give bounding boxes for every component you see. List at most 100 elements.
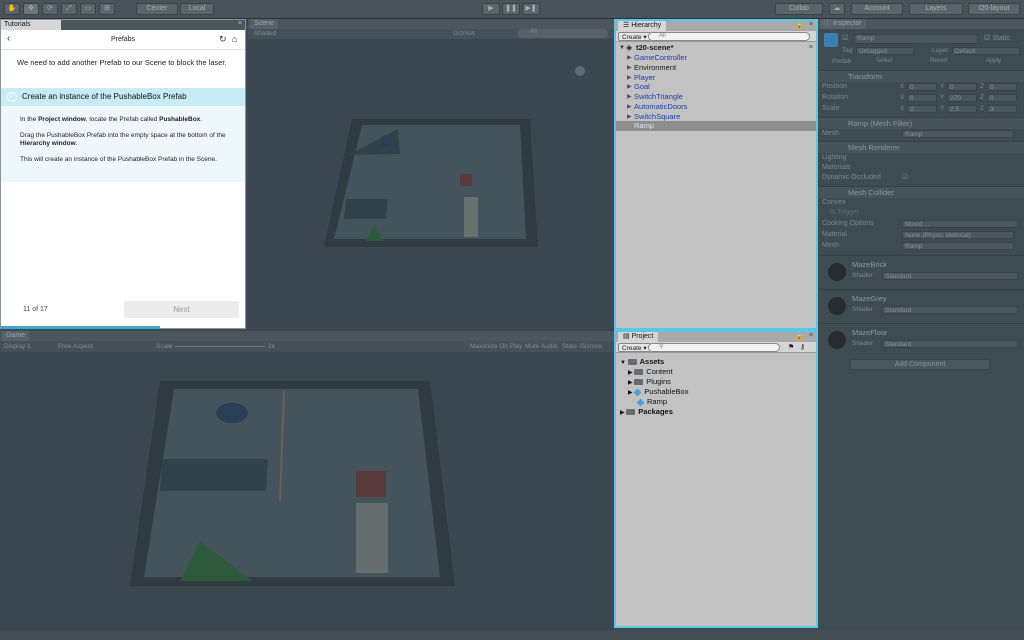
aspect-dropdown[interactable]: Free Aspect <box>58 343 93 350</box>
panel-menu-icon[interactable]: ≡ <box>809 21 813 28</box>
scene-root-row[interactable]: ▼ ◈ t20-scene* ≡ <box>616 43 816 53</box>
hierarchy-item[interactable]: ▶ GameController <box>616 53 816 63</box>
mesh-renderer-header[interactable]: Mesh Renderer <box>818 141 1024 153</box>
cloud-icon[interactable]: ☁ <box>829 3 845 15</box>
prefab-select-button[interactable]: Select <box>876 58 893 64</box>
material-field[interactable]: None (Physic Material) <box>902 231 1014 239</box>
hierarchy-item[interactable]: Ramp <box>616 121 816 132</box>
material-grey-block[interactable]: MazeGrey Shader Standard <box>818 289 1024 322</box>
dynamic-occluded-row[interactable]: Dynamic Occluded ☑ <box>822 173 1020 183</box>
expand-arrow-icon[interactable]: ▼ <box>620 360 628 366</box>
project-item-content[interactable]: ▶ Content <box>628 367 673 377</box>
pause-icon[interactable]: ❚❚ <box>502 3 520 15</box>
move-tool-icon[interactable]: ✥ <box>23 3 39 15</box>
game-view[interactable] <box>0 331 614 631</box>
transform-value-field[interactable]: 0 <box>947 83 977 91</box>
tab-scene[interactable]: Scene <box>250 19 278 29</box>
transform-value-field[interactable]: 270 <box>947 94 977 102</box>
material-floor-block[interactable]: MazeFloor Shader Standard <box>818 323 1024 356</box>
scale-slider[interactable] <box>175 346 265 347</box>
collab-button[interactable]: Collab <box>775 3 823 15</box>
layers-dropdown[interactable]: Layers <box>909 3 963 15</box>
convex-row[interactable]: Convex <box>822 198 1020 208</box>
step-icon[interactable]: ▶❚ <box>522 3 540 15</box>
hierarchy-search-input[interactable]: All <box>648 32 810 41</box>
display-dropdown[interactable]: Display 1 <box>4 343 31 350</box>
create-dropdown[interactable]: Create ▾ <box>618 343 651 352</box>
hand-tool-icon[interactable]: ✋ <box>4 3 20 15</box>
panel-menu-icon[interactable]: ≡ <box>809 332 813 339</box>
project-item-plugins[interactable]: ▶ Plugins <box>628 377 671 387</box>
rotate-tool-icon[interactable]: ⟳ <box>42 3 58 15</box>
object-name-field[interactable]: Ramp <box>854 34 978 44</box>
mute-audio-toggle[interactable]: Mute Audio <box>525 343 558 350</box>
cooking-options-dropdown[interactable]: Mixed ... <box>902 220 1018 228</box>
panel-menu-icon[interactable]: ≡ <box>238 20 242 27</box>
transform-tool-icon[interactable]: ⊞ <box>99 3 115 15</box>
prefab-revert-button[interactable]: Revert <box>930 58 948 64</box>
expand-arrow-icon[interactable]: ▶ <box>627 63 632 73</box>
mesh-field[interactable]: Ramp <box>902 130 1014 138</box>
project-item-assets[interactable]: ▼ Assets <box>620 357 664 367</box>
transform-value-field[interactable]: 0 <box>907 83 937 91</box>
pivot-space-toggle[interactable]: Local <box>180 3 214 15</box>
expand-arrow-icon[interactable]: ▶ <box>627 102 632 112</box>
next-button[interactable]: Next <box>124 301 239 318</box>
project-item-pushablebox[interactable]: ▶ PushableBox <box>628 387 688 397</box>
layout-dropdown[interactable]: t20-layout <box>968 3 1020 15</box>
collider-mesh-field[interactable]: Ramp <box>902 242 1014 250</box>
transform-value-field[interactable]: 0 <box>987 83 1017 91</box>
transform-value-field[interactable]: 2 <box>907 105 937 113</box>
layer-dropdown[interactable]: Default <box>952 47 1020 55</box>
project-search-input[interactable]: ⚲ <box>648 343 780 352</box>
hierarchy-item[interactable]: ▶ SwitchSquare <box>616 112 816 122</box>
material-brick-block[interactable]: MazeBrick Shader Standard <box>818 255 1024 288</box>
hierarchy-item[interactable]: ▶ Player <box>616 73 816 83</box>
lighting-foldout[interactable]: Lighting <box>822 153 1020 163</box>
is-trigger-row[interactable]: Is Trigger <box>822 208 1020 218</box>
tab-tutorials[interactable]: Tutorials <box>1 20 61 30</box>
account-dropdown[interactable]: Account <box>851 3 903 15</box>
play-icon[interactable]: ▶ <box>482 3 500 15</box>
mesh-collider-header[interactable]: Mesh Collider <box>818 186 1024 198</box>
reload-icon[interactable]: ↻ <box>219 34 227 45</box>
transform-value-field[interactable]: 3 <box>987 105 1017 113</box>
game-gizmos-dropdown[interactable]: Gizmos <box>580 343 602 350</box>
shader-dropdown[interactable]: Standard <box>882 306 1018 314</box>
shader-dropdown[interactable]: Standard <box>882 272 1018 280</box>
static-checkbox[interactable]: ☑ Static <box>984 34 1010 42</box>
stats-toggle[interactable]: Stats <box>562 343 577 350</box>
expand-arrow-icon[interactable]: ▶ <box>627 82 632 92</box>
tab-project[interactable]: ▤ Project <box>618 332 659 342</box>
rect-tool-icon[interactable]: ▭ <box>80 3 96 15</box>
shading-mode-dropdown[interactable]: Shaded <box>254 30 276 37</box>
materials-foldout[interactable]: Materials <box>822 163 1020 173</box>
dynamic-occluded-checkbox[interactable]: ☑ <box>902 173 908 183</box>
scene-menu-icon[interactable]: ≡ <box>809 43 813 53</box>
filter-type-icon[interactable]: ⚑ <box>788 343 794 351</box>
expand-arrow-icon[interactable]: ▶ <box>627 92 632 102</box>
transform-value-field[interactable]: 0 <box>907 94 937 102</box>
transform-value-field[interactable]: 0 <box>987 94 1017 102</box>
hierarchy-item[interactable]: ▶ SwitchTriangle <box>616 92 816 102</box>
prefab-apply-button[interactable]: Apply <box>986 58 1001 64</box>
lock-icon[interactable]: 🔒 <box>795 21 804 29</box>
lock-icon[interactable]: 🔒 <box>795 332 804 340</box>
expand-arrow-icon[interactable]: ▼ <box>619 43 625 53</box>
create-dropdown[interactable]: Create ▾ <box>618 32 651 41</box>
scale-tool-icon[interactable]: ⤢ <box>61 3 77 15</box>
gizmos-dropdown[interactable]: Gizmos <box>453 30 475 37</box>
tab-game[interactable]: Game <box>2 331 30 341</box>
expand-arrow-icon[interactable]: ▶ <box>627 73 632 83</box>
hierarchy-item[interactable]: ▶ AutomaticDoors <box>616 102 816 112</box>
hierarchy-item[interactable]: ▶ Environment <box>616 63 816 73</box>
pivot-center-toggle[interactable]: Center <box>136 3 178 15</box>
filter-label-icon[interactable]: ⚷ <box>800 343 805 351</box>
mesh-filter-header[interactable]: Ramp (Mesh Filter) <box>818 117 1024 129</box>
hierarchy-item[interactable]: ▶ Goal <box>616 82 816 92</box>
scene-search-input[interactable]: All <box>518 29 608 38</box>
project-item-ramp[interactable]: Ramp <box>636 397 667 407</box>
active-checkbox[interactable]: ☑ <box>842 34 848 42</box>
project-item-packages[interactable]: ▶ Packages <box>620 407 673 417</box>
maximize-on-play-toggle[interactable]: Maximize On Play <box>470 343 522 350</box>
